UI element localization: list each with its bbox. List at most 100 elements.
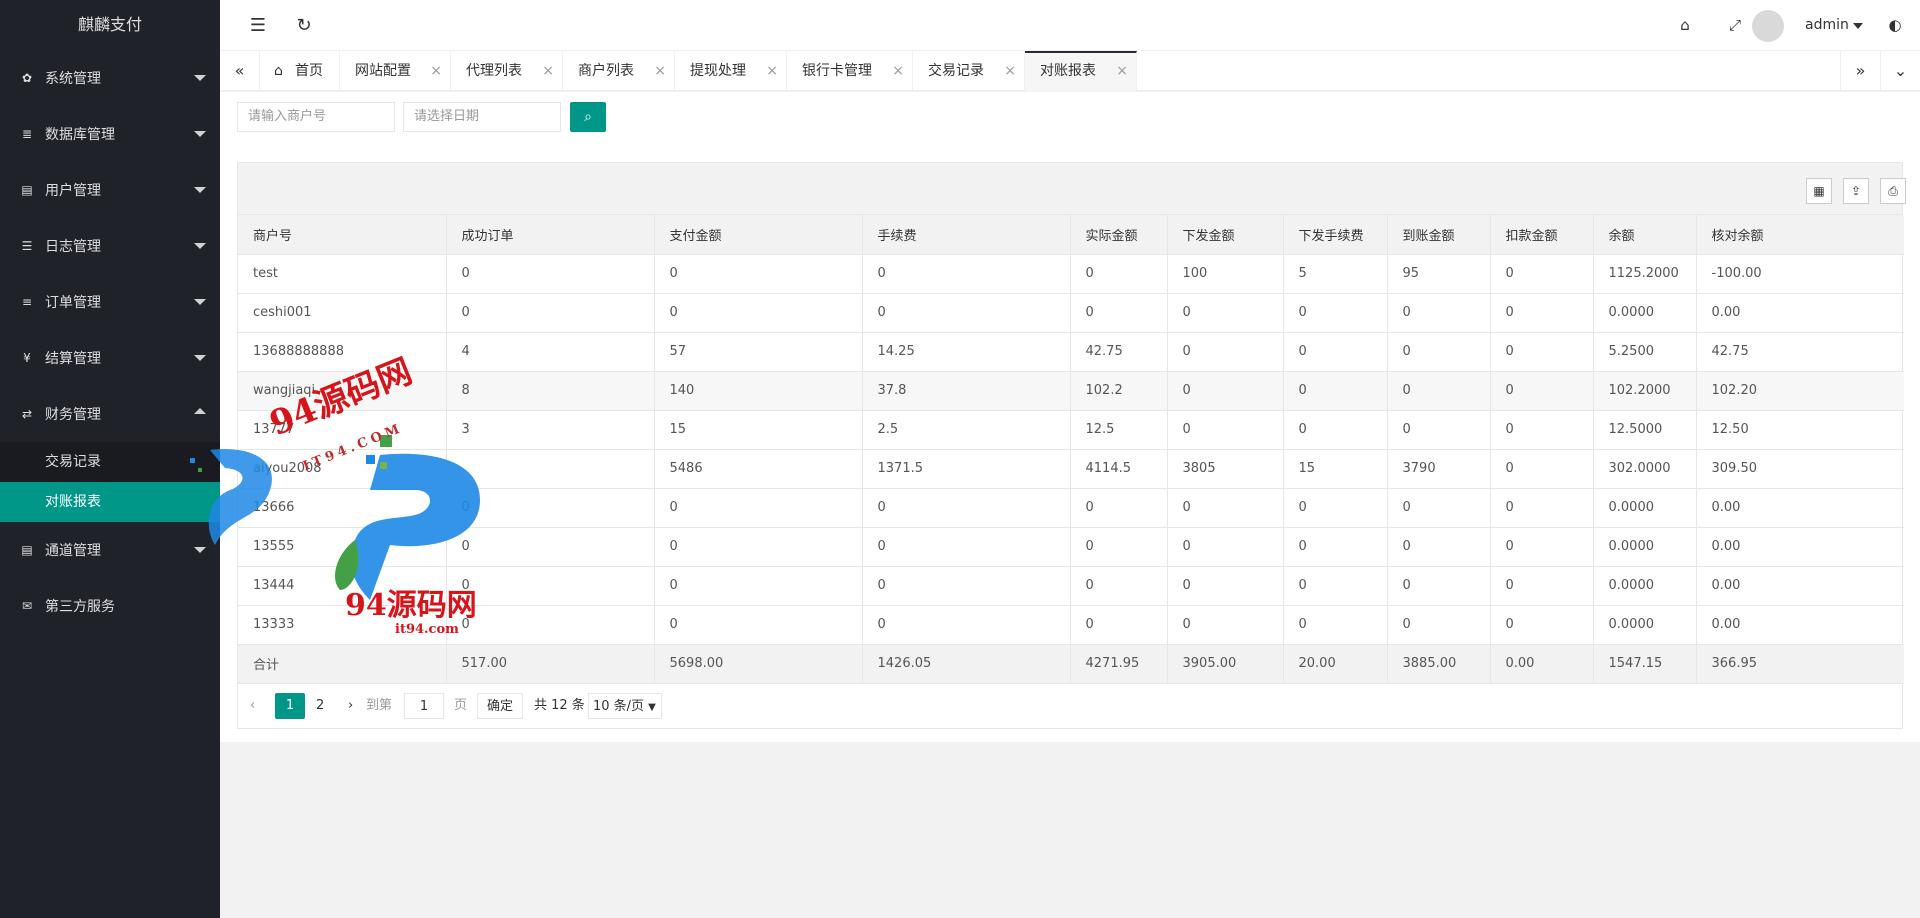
chevron-down-icon[interactable] — [1853, 23, 1863, 29]
page-2[interactable]: 2 — [316, 693, 324, 719]
tab-merchants[interactable]: 商户列表 × — [563, 51, 675, 91]
column-header[interactable]: 支付金额 — [654, 215, 863, 255]
print-icon[interactable]: ⎙ — [1880, 178, 1906, 204]
sidebar-item-label: 通道管理 — [45, 543, 101, 559]
database-icon: ≣ — [21, 127, 33, 141]
export-icon[interactable]: ⇪ — [1843, 178, 1869, 204]
table-row: wangjiaqi 8 140 37.8 102.2 0 0 0 0 102.2000 102.20 — [238, 371, 1904, 411]
sidebar-item-database[interactable]: ≣ 数据库管理 — [0, 106, 220, 162]
sidebar-item-system[interactable]: ✿ 系统管理 — [0, 50, 220, 106]
table-cell — [446, 449, 655, 489]
table-cell: 0 — [1167, 566, 1284, 606]
column-header[interactable]: 手续费 — [862, 215, 1071, 255]
goto-confirm-button[interactable]: 确定 — [477, 692, 523, 719]
close-icon[interactable]: × — [654, 51, 666, 91]
tab-menu-chevron-icon[interactable]: ⌄ — [1880, 51, 1920, 91]
avatar[interactable] — [1752, 10, 1784, 42]
user-name[interactable]: admin — [1805, 0, 1849, 51]
sidebar-item-orders[interactable]: ≡ 订单管理 — [0, 274, 220, 330]
tab-scroll-left-icon[interactable]: « — [220, 51, 260, 91]
sidebar-item-label: 数据库管理 — [45, 127, 115, 143]
table-row: 13333 0 0 0 0 0 0 0 0 0.0000 0.00 — [238, 605, 1904, 645]
column-header[interactable]: 实际金额 — [1070, 215, 1168, 255]
page-current[interactable]: 1 — [275, 692, 305, 719]
close-icon[interactable]: × — [892, 51, 904, 91]
column-header[interactable]: 成功订单 — [446, 215, 655, 255]
table-cell: 0 — [654, 293, 863, 333]
tab-reconciliation[interactable]: 对账报表 × — [1025, 51, 1137, 91]
column-header[interactable]: 扣款金额 — [1490, 215, 1594, 255]
table-cell: 13333 — [238, 605, 447, 645]
close-icon[interactable]: × — [1004, 51, 1016, 91]
page-size-select[interactable]: 10 条/页 ▼ — [588, 692, 662, 719]
sidebar-item-users[interactable]: ▤ 用户管理 — [0, 162, 220, 218]
sidebar-item-channels[interactable]: ▤ 通道管理 — [0, 522, 220, 578]
table-row: 13688888888 4 57 14.25 42.75 0 0 0 0 5.2500 42.75 — [238, 332, 1904, 372]
table-row: 13777 3 15 2.5 12.5 0 0 0 0 12.5000 12.50 — [238, 410, 1904, 450]
tab-withdrawals[interactable]: 提现处理 × — [675, 51, 787, 91]
merchant-input[interactable]: 请输入商户号 — [237, 102, 395, 132]
close-icon[interactable]: × — [542, 51, 554, 91]
table-cell: 0 — [1283, 410, 1388, 450]
table-cell: 0.0000 — [1593, 293, 1697, 333]
table-cell: 5 — [1283, 254, 1388, 294]
tab-scroll-right-icon[interactable]: » — [1840, 51, 1880, 91]
column-header[interactable]: 下发手续费 — [1283, 215, 1388, 255]
sidebar-item-finance[interactable]: ⇄ 财务管理 — [0, 386, 220, 442]
mail-icon: ✉ — [21, 599, 33, 613]
goto-input[interactable]: 1 — [404, 692, 444, 719]
theme-icon[interactable]: ◐ — [1875, 0, 1915, 51]
sidebar-item-label: 订单管理 — [45, 295, 101, 311]
main-content: 请输入商户号 请选择日期 ⌕ ▦ ⇪ ⎙ 商户号 成功订单 支付金额 手续费 实际金额下… — [220, 92, 1920, 742]
exchange-icon: ⇄ — [21, 407, 33, 421]
tab-label: 代理列表 — [466, 63, 522, 79]
column-header[interactable]: 到账金额 — [1387, 215, 1491, 255]
table-cell: 0 — [1387, 527, 1491, 567]
table-cell: 0 — [446, 566, 655, 606]
chevron-down-icon — [194, 299, 206, 305]
menu-toggle-icon[interactable]: ☰ — [238, 0, 278, 51]
close-icon[interactable]: × — [1116, 53, 1128, 89]
tab-bank-cards[interactable]: 银行卡管理 × — [787, 51, 913, 91]
table-cell: aiyou2008 — [238, 449, 447, 489]
tab-agents[interactable]: 代理列表 × — [451, 51, 563, 91]
sidebar-item-logs[interactable]: ☰ 日志管理 — [0, 218, 220, 274]
table-cell: 0.0000 — [1593, 488, 1697, 528]
fullscreen-icon[interactable]: ⤢ — [1715, 0, 1755, 51]
next-page-icon[interactable]: › — [348, 693, 353, 719]
close-icon[interactable]: × — [430, 51, 442, 91]
sidebar-item-third-party[interactable]: ✉ 第三方服务 — [0, 578, 220, 634]
sidebar-item-settlement[interactable]: ¥ 结算管理 — [0, 330, 220, 386]
column-header[interactable]: 余额 — [1593, 215, 1697, 255]
submenu-item-transactions[interactable]: 交易记录 — [0, 442, 220, 482]
tab-transactions[interactable]: 交易记录 × — [913, 51, 1025, 91]
table-cell: 0 — [1490, 293, 1594, 333]
table-cell: 5486 — [654, 449, 863, 489]
tab-label: 银行卡管理 — [802, 63, 872, 79]
table-cell: 102.20 — [1696, 371, 1904, 411]
table-cell: 0 — [446, 254, 655, 294]
total-cell: 3885.00 — [1387, 644, 1491, 684]
tab-home[interactable]: ⌂ 首页 — [260, 51, 340, 91]
tag-icon[interactable]: ⌂ — [1665, 0, 1705, 51]
table-cell: 0 — [1283, 332, 1388, 372]
finance-submenu: 交易记录 对账报表 — [0, 442, 220, 522]
column-header[interactable]: 商户号 — [238, 215, 447, 255]
prev-page-icon[interactable]: ‹ — [250, 693, 255, 719]
search-button[interactable]: ⌕ — [570, 102, 606, 132]
columns-icon[interactable]: ▦ — [1806, 178, 1832, 204]
table-cell: 0 — [1490, 566, 1594, 606]
submenu-item-reconciliation[interactable]: 对账报表 — [0, 482, 220, 522]
close-icon[interactable]: × — [766, 51, 778, 91]
column-header[interactable]: 下发金额 — [1167, 215, 1284, 255]
table-cell: 15 — [654, 410, 863, 450]
date-input[interactable]: 请选择日期 — [403, 102, 561, 132]
table-cell: 5.2500 — [1593, 332, 1697, 372]
tab-site-config[interactable]: 网站配置 × — [340, 51, 451, 91]
table-cell: 0 — [862, 488, 1071, 528]
report-card: 请输入商户号 请选择日期 ⌕ ▦ ⇪ ⎙ 商户号 成功订单 支付金额 手续费 实际金额下… — [220, 92, 1920, 742]
column-header[interactable]: 核对余额 — [1696, 215, 1904, 255]
total-cell: 20.00 — [1283, 644, 1388, 684]
total-cell: 1426.05 — [862, 644, 1071, 684]
refresh-icon[interactable]: ↻ — [284, 0, 324, 51]
